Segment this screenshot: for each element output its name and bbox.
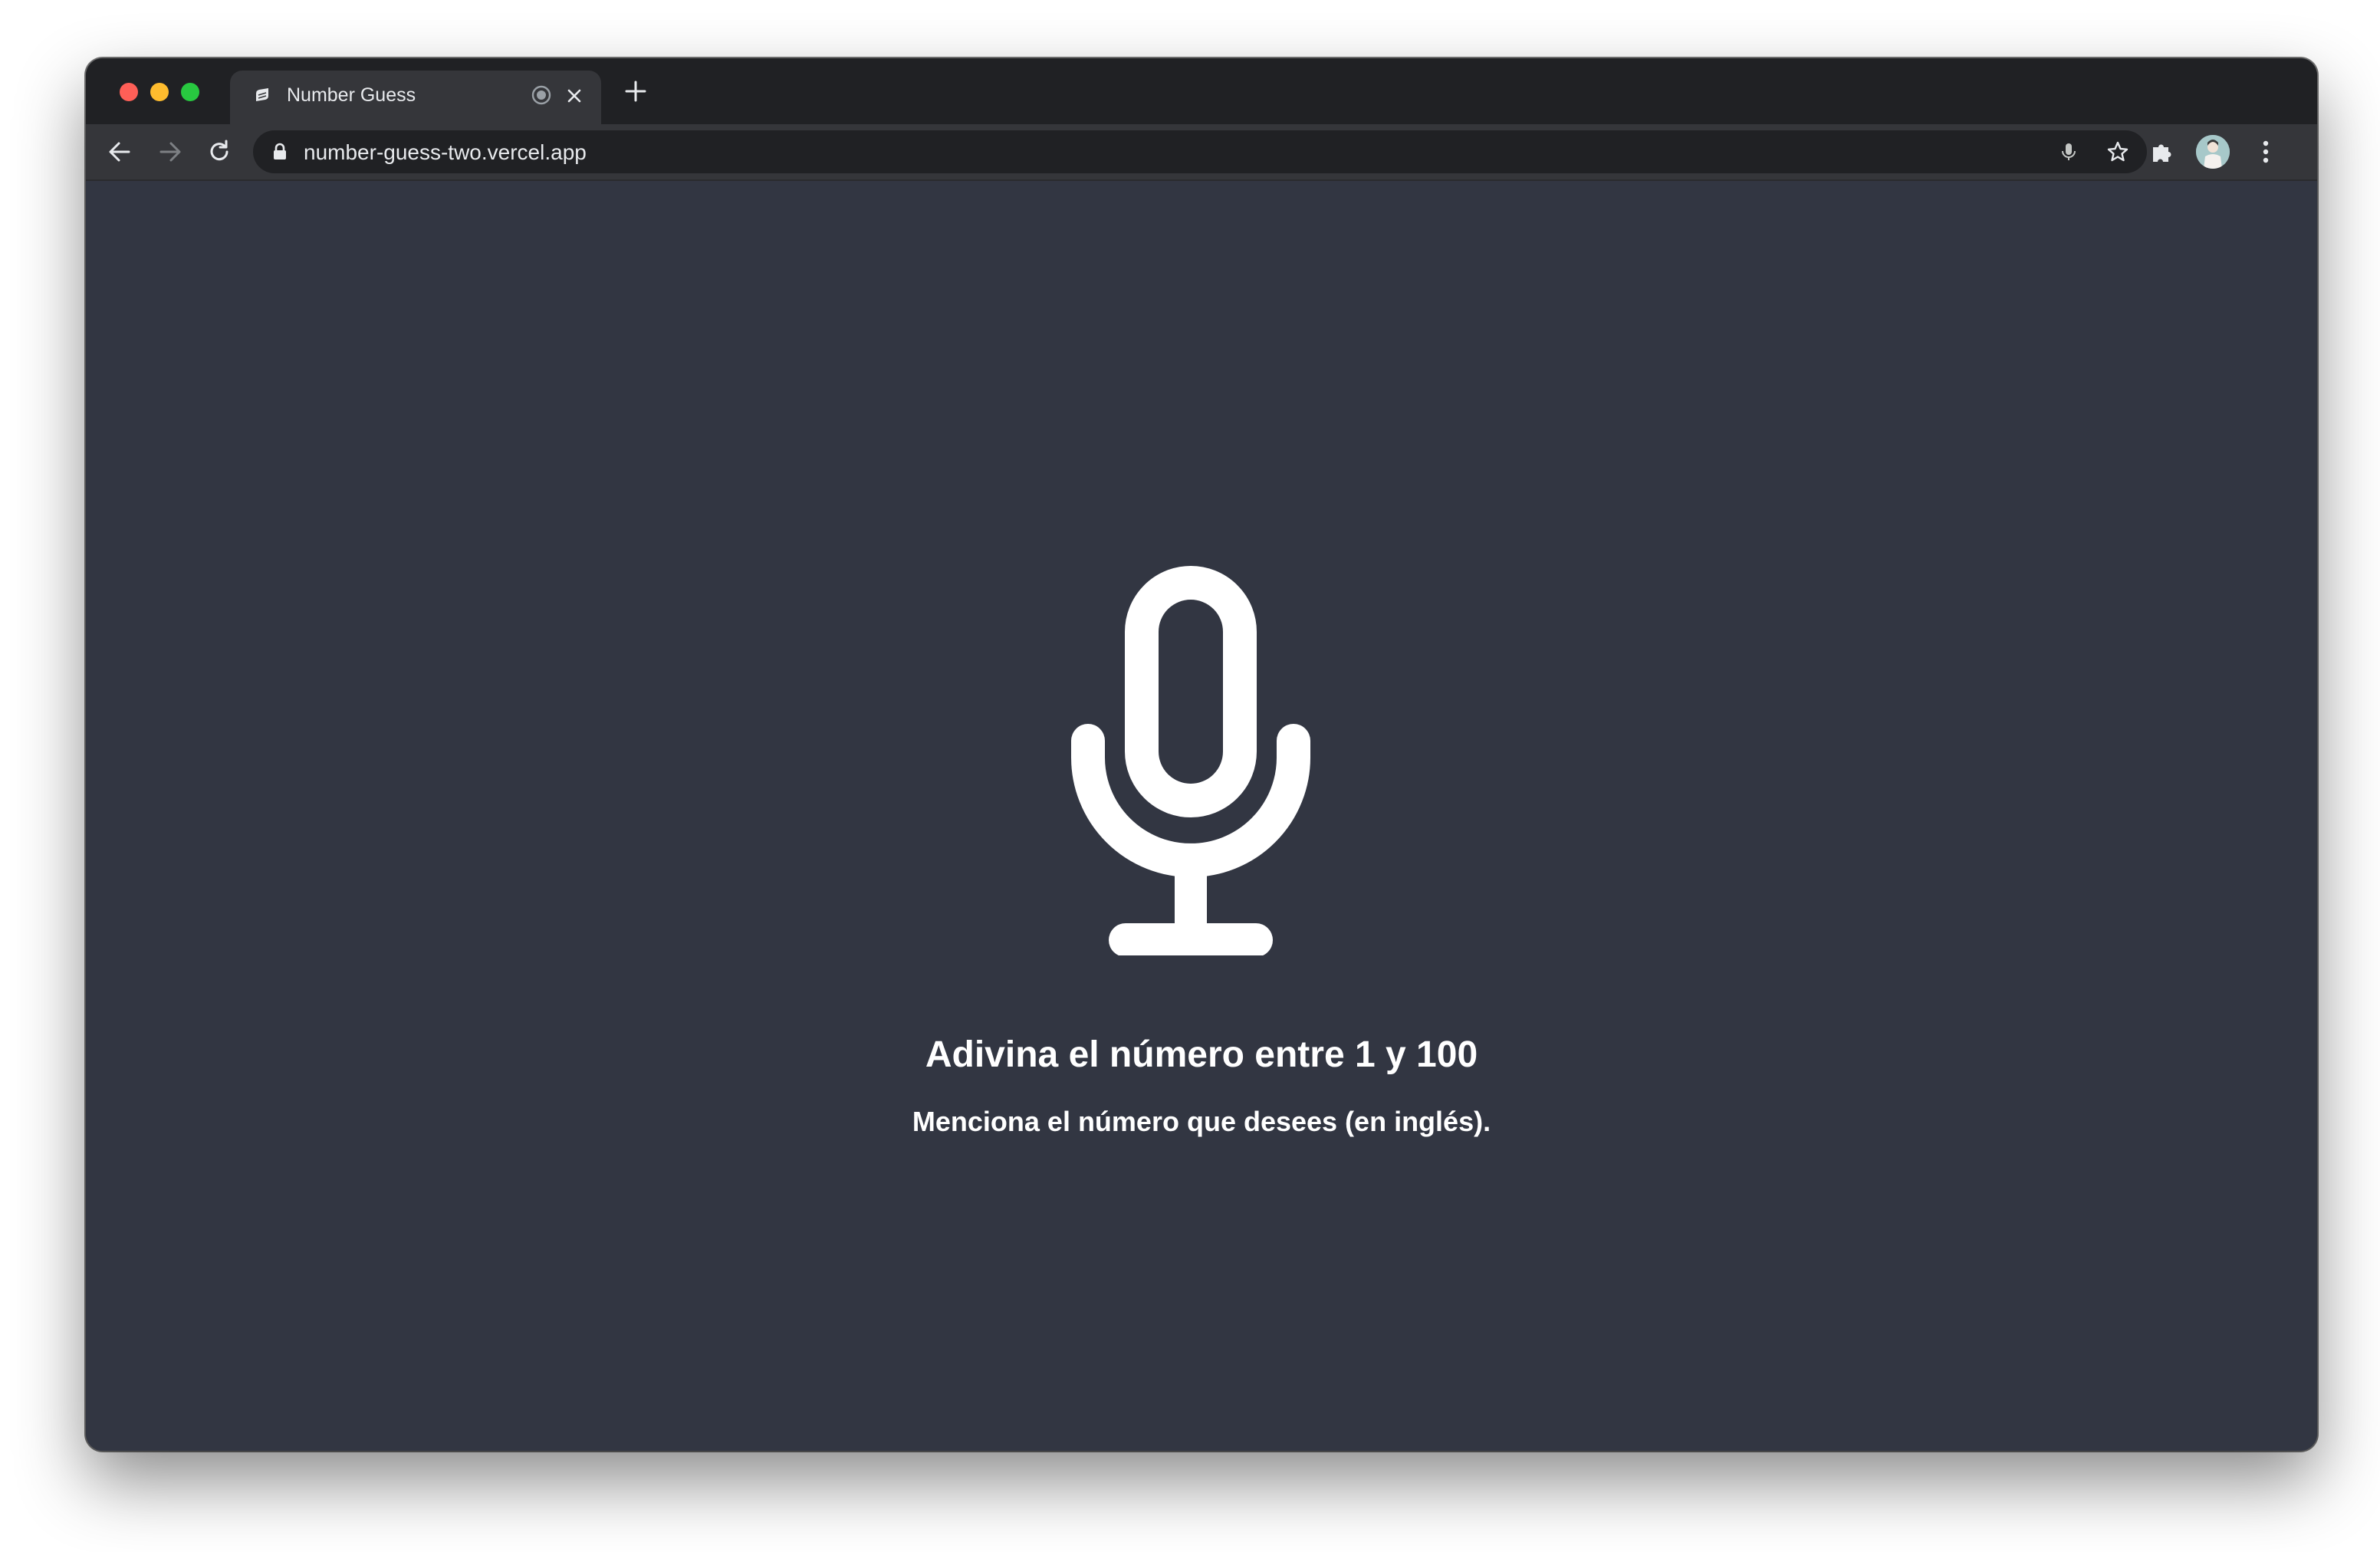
- browser-tab[interactable]: Number Guess: [230, 71, 601, 124]
- profile-picture-icon: [2196, 135, 2230, 169]
- close-window-button[interactable]: [120, 83, 138, 101]
- reload-icon[interactable]: [205, 138, 233, 166]
- microphone-icon[interactable]: [1060, 564, 1343, 955]
- instruction-text: Menciona el número que desees (en inglés…: [912, 1106, 1491, 1137]
- title-bar: Number Guess: [86, 58, 2317, 124]
- puzzle-icon[interactable]: [2148, 138, 2176, 166]
- minimize-window-button[interactable]: [150, 83, 169, 101]
- tab-title: Number Guess: [287, 84, 416, 106]
- new-tab-icon[interactable]: [623, 78, 649, 104]
- arrow-left-icon[interactable]: [106, 138, 133, 166]
- avatar[interactable]: [2196, 135, 2230, 169]
- lock-icon[interactable]: [271, 143, 288, 161]
- vercel-app-icon: [256, 88, 268, 101]
- address-bar[interactable]: number-guess-two.vercel.app: [253, 130, 2147, 173]
- page-title: Adivina el número entre 1 y 100: [925, 1034, 1478, 1075]
- close-tab-icon[interactable]: [563, 84, 586, 107]
- microphone-icon[interactable]: [2058, 141, 2079, 163]
- arrow-right-icon[interactable]: [156, 138, 184, 166]
- star-icon[interactable]: [2106, 140, 2130, 164]
- more-vert-icon[interactable]: [2260, 138, 2271, 166]
- zoom-window-button[interactable]: [181, 83, 199, 101]
- recording-indicator-icon: [531, 85, 551, 105]
- toolbar: number-guess-two.vercel.app: [86, 124, 2317, 181]
- page-content: Adivina el número entre 1 y 100 Menciona…: [86, 181, 2317, 1451]
- browser-window: Number Guess number-guess-two.vercel.app…: [86, 58, 2317, 1451]
- url-text[interactable]: number-guess-two.vercel.app: [304, 140, 587, 165]
